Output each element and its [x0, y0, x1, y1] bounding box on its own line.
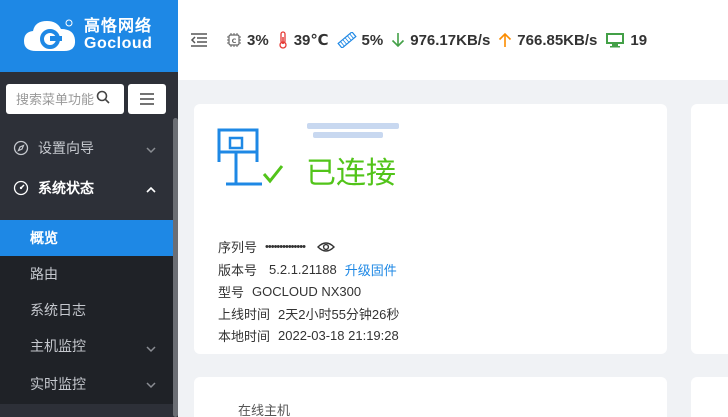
memory-icon — [336, 32, 357, 48]
cpu-icon: C — [226, 32, 242, 48]
arrow-down-icon — [391, 32, 405, 48]
logo-cn-text: 高恪网络 — [84, 18, 153, 36]
sidebar: 高恪网络 Gocloud 设置向导 系统状态 — [0, 0, 178, 417]
search-icon[interactable] — [96, 90, 110, 109]
version-value: 5.2.1.21188 — [269, 262, 337, 277]
version-label: 版本号 — [218, 263, 258, 278]
nav-realtime-monitor-label: 实时监控 — [30, 376, 86, 392]
temperature-stat: 39℃ — [277, 31, 329, 49]
model-row: 型号 GOCLOUD NX300 — [218, 282, 361, 301]
nav-setup-wizard-label: 设置向导 — [38, 140, 94, 156]
temperature-value: 39℃ — [293, 32, 329, 49]
nav-host-monitor[interactable]: 主机监控 — [0, 328, 178, 364]
cloud-logo-icon — [22, 17, 78, 55]
memory-value: 5% — [361, 31, 384, 49]
model-value: GOCLOUD NX300 — [252, 284, 362, 299]
serial-value: •••••••••••••• — [265, 240, 306, 253]
upload-value: 766.85KB/s — [517, 31, 598, 49]
localtime-label: 本地时间 — [218, 329, 271, 344]
chevron-down-icon — [146, 141, 156, 157]
nav-system-status-label: 系统状态 — [38, 180, 94, 196]
router-connected-icon — [216, 128, 286, 193]
nav-routing[interactable]: 路由 — [0, 256, 178, 292]
upgrade-firmware-link[interactable]: 升级固件 — [345, 260, 397, 279]
dashboard-icon — [12, 179, 30, 197]
arrow-up-icon — [498, 32, 512, 48]
nav-overview[interactable]: 概览 — [0, 220, 178, 256]
svg-text:C: C — [232, 37, 237, 45]
device-name-blurred — [307, 123, 405, 141]
model-label: 型号 — [218, 285, 245, 300]
search-input[interactable] — [16, 91, 96, 107]
hosts-stat: 19 — [605, 32, 647, 49]
chevron-up-icon — [146, 181, 156, 197]
thermometer-icon — [277, 31, 289, 49]
nav-host-monitor-label: 主机监控 — [30, 338, 86, 354]
version-row: 版本号 5.2.1.21188 升级固件 — [218, 260, 397, 279]
system-status-submenu: 概览 路由 系统日志 主机监控 实时监控 — [0, 220, 178, 404]
nav-system-log[interactable]: 系统日志 — [0, 292, 178, 328]
hosts-value: 19 — [630, 31, 648, 49]
logo[interactable]: 高恪网络 Gocloud — [0, 0, 178, 72]
download-stat: 976.17KB/s — [391, 32, 490, 49]
chevron-down-icon — [146, 376, 156, 392]
monitor-icon — [605, 32, 625, 48]
search-row — [0, 72, 178, 126]
nav-realtime-monitor[interactable]: 实时监控 — [0, 364, 178, 404]
serial-label: 序列号 — [218, 240, 258, 255]
download-value: 976.17KB/s — [410, 31, 491, 49]
menu-toggle-button[interactable] — [128, 84, 166, 114]
nav-system-status[interactable]: 系统状态 — [0, 168, 178, 208]
eye-icon[interactable] — [316, 241, 335, 253]
nav-system-log-label: 系统日志 — [30, 302, 86, 318]
nav-overview-label: 概览 — [30, 230, 58, 246]
hamburger-icon — [140, 93, 154, 105]
collapse-sidebar-icon[interactable] — [190, 33, 208, 47]
connection-status: 已连接 — [306, 156, 396, 191]
uptime-label: 上线时间 — [218, 307, 271, 322]
top-status-bar: C 3% 39℃ 5% 976.17KB/s 766.85KB/s 19 — [178, 0, 728, 80]
localtime-row: 本地时间 2022-03-18 21:19:28 — [218, 326, 399, 345]
search-box — [6, 84, 124, 114]
online-hosts-title: 在线主机 — [238, 403, 291, 417]
chevron-down-icon — [146, 340, 156, 356]
compass-icon — [12, 139, 30, 157]
cpu-stat: C 3% — [226, 32, 269, 49]
bottom-right-card — [691, 377, 728, 417]
serial-row: 序列号 •••••••••••••• — [218, 237, 335, 256]
side-info-card — [691, 104, 728, 354]
sidebar-scrollbar[interactable] — [173, 118, 178, 417]
upload-stat: 766.85KB/s — [498, 32, 597, 49]
localtime-value: 2022-03-18 21:19:28 — [278, 328, 399, 343]
uptime-row: 上线时间 2天2小时55分钟26秒 — [218, 304, 399, 323]
memory-stat: 5% — [336, 31, 384, 49]
uptime-value: 2天2小时55分钟26秒 — [278, 307, 400, 322]
cpu-value: 3% — [247, 31, 269, 49]
nav-routing-label: 路由 — [30, 266, 58, 282]
logo-en-text: Gocloud — [84, 35, 153, 52]
nav-setup-wizard[interactable]: 设置向导 — [0, 128, 178, 168]
